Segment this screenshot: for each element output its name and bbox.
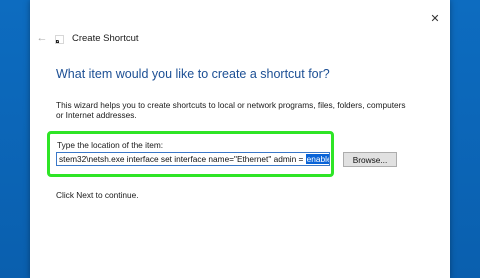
shortcut-icon — [55, 35, 64, 44]
location-input[interactable]: stem32\netsh.exe interface set interface… — [56, 152, 330, 166]
wizard-heading: What item would you like to create a sho… — [56, 67, 330, 81]
back-button[interactable]: ← — [35, 31, 49, 45]
location-label: Type the location of the item: — [57, 140, 164, 150]
close-icon[interactable]: ✕ — [430, 12, 439, 25]
close-button[interactable]: ✕ — [425, 8, 445, 28]
desktop-background-left — [0, 0, 30, 278]
desktop-background-right — [450, 0, 480, 278]
dialog-title: Create Shortcut — [72, 33, 139, 44]
wizard-description: This wizard helps you to create shortcut… — [56, 100, 406, 120]
create-shortcut-dialog: ✕ ← Create Shortcut What item would you … — [30, 0, 450, 278]
next-hint-text: Click Next to continue. — [56, 190, 139, 200]
back-arrow-icon[interactable]: ← — [37, 32, 48, 44]
location-input-text: stem32\netsh.exe interface set interface… — [59, 154, 306, 164]
browse-button[interactable]: Browse... — [343, 152, 397, 167]
location-input-selection: enabled — [305, 154, 329, 164]
